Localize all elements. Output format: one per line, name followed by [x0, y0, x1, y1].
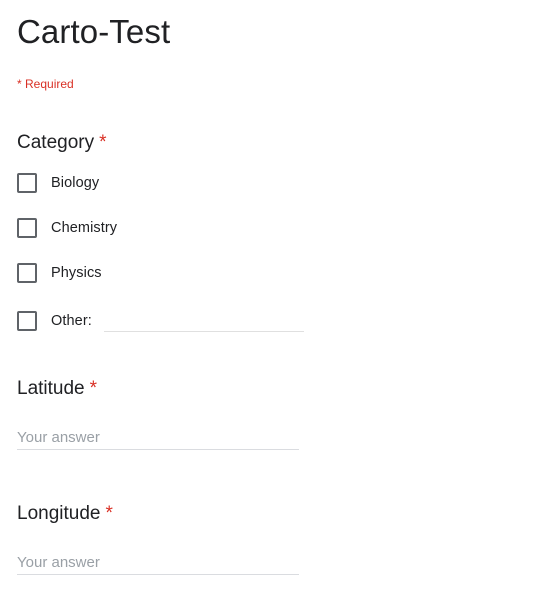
option-biology[interactable]: Biology — [17, 172, 99, 194]
longitude-question-title: Longitude * — [17, 502, 113, 526]
required-note: * Required — [17, 77, 74, 91]
latitude-input[interactable] — [17, 425, 299, 450]
biology-label[interactable]: Biology — [51, 173, 99, 193]
other-checkbox[interactable] — [17, 311, 37, 331]
biology-checkbox[interactable] — [17, 173, 37, 193]
latitude-title-text: Latitude — [17, 378, 85, 399]
physics-label[interactable]: Physics — [51, 263, 102, 283]
option-chemistry[interactable]: Chemistry — [17, 217, 117, 239]
form-title: Carto-Test — [17, 13, 171, 50]
latitude-question-title: Latitude * — [17, 377, 97, 401]
category-title-text: Category — [17, 132, 95, 153]
physics-checkbox[interactable] — [17, 263, 37, 283]
longitude-input[interactable] — [17, 550, 299, 575]
other-label[interactable]: Other: — [51, 311, 92, 331]
chemistry-label[interactable]: Chemistry — [51, 218, 117, 238]
required-asterisk: * — [99, 132, 107, 153]
option-physics[interactable]: Physics — [17, 262, 102, 284]
required-asterisk: * — [105, 503, 113, 524]
option-other[interactable]: Other: — [17, 310, 92, 332]
longitude-title-text: Longitude — [17, 503, 101, 524]
chemistry-checkbox[interactable] — [17, 218, 37, 238]
other-text-input[interactable] — [104, 311, 304, 332]
category-question-title: Category * — [17, 131, 107, 155]
required-asterisk: * — [89, 378, 98, 399]
